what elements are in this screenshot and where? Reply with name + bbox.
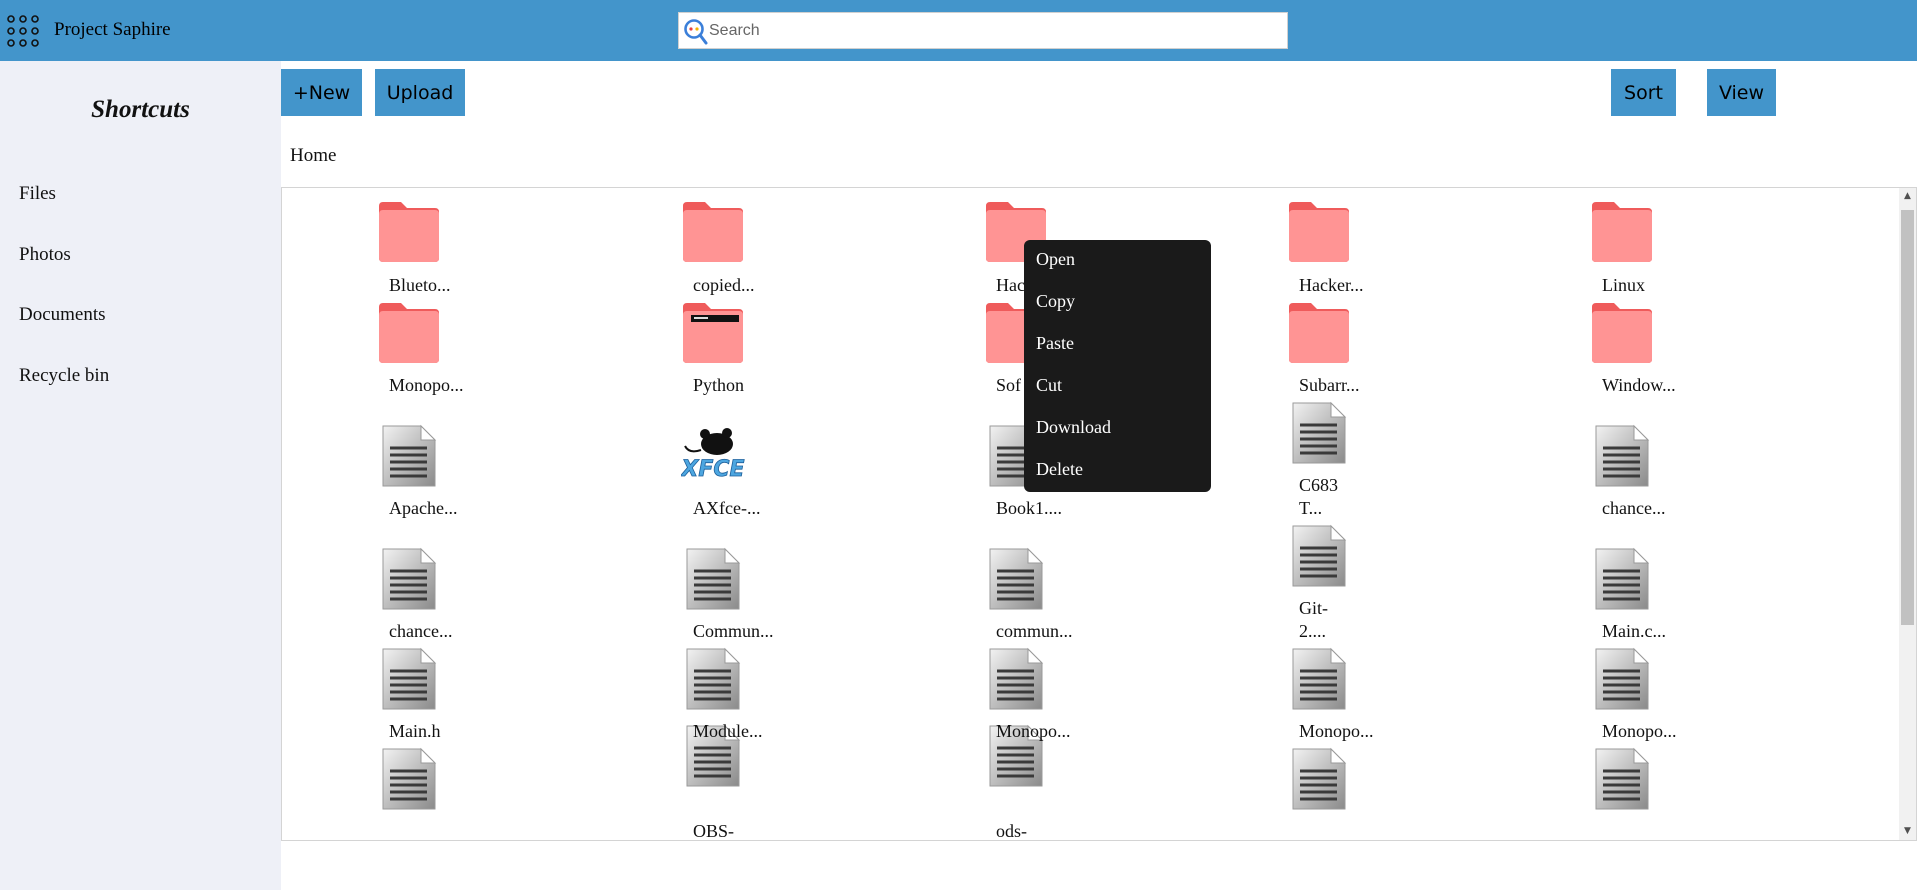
folder-icon <box>377 200 441 264</box>
context-menu-copy[interactable]: Copy <box>1036 291 1075 312</box>
document-icon <box>377 424 441 488</box>
folder-icon <box>377 301 441 365</box>
document-icon <box>1287 524 1351 588</box>
file-name: Monopo... <box>1299 721 1374 741</box>
svg-text:XFCE: XFCE <box>681 457 745 482</box>
file-name: Apache... <box>389 498 458 518</box>
context-menu-open[interactable]: Open <box>1036 249 1075 270</box>
file-name: Python <box>693 375 745 395</box>
file-name: Monopo... <box>996 721 1071 741</box>
sidebar-item-photos[interactable]: Photos <box>19 244 71 266</box>
view-button[interactable]: View <box>1707 69 1776 116</box>
new-button[interactable]: +New <box>281 69 362 116</box>
sidebar-title: Shortcuts <box>91 96 190 123</box>
xfce-logo-icon: XFCE <box>679 424 745 488</box>
file-name: chance... <box>389 621 453 641</box>
sidebar-item-files[interactable]: Files <box>19 183 56 205</box>
sidebar-item-documents[interactable]: Documents <box>19 304 106 326</box>
document-icon <box>377 747 441 811</box>
file-name: Book1.... <box>996 498 1063 518</box>
file-name: Sof <box>996 375 1022 395</box>
search-bar[interactable] <box>678 12 1288 49</box>
document-icon <box>984 547 1048 611</box>
document-icon <box>377 547 441 611</box>
file-name: ods- <box>996 821 1027 841</box>
top-bar: Project Saphire <box>0 0 1917 61</box>
folder-icon <box>681 200 745 264</box>
file-name: Blueto... <box>389 275 451 295</box>
document-icon <box>681 547 745 611</box>
document-icon <box>681 647 745 711</box>
context-menu: Open Copy Paste Cut Download Delete <box>1024 240 1211 492</box>
folder-icon <box>1590 200 1654 264</box>
file-name: Module... <box>693 721 763 741</box>
document-icon <box>1590 647 1654 711</box>
context-menu-paste[interactable]: Paste <box>1036 333 1074 354</box>
file-name: Window... <box>1602 375 1676 395</box>
breadcrumb[interactable]: Home <box>290 145 336 167</box>
document-icon <box>1287 747 1351 811</box>
file-name: Monopo... <box>389 375 464 395</box>
sidebar: Shortcuts Files Photos Documents Recycle… <box>0 61 281 890</box>
apps-grid-icon[interactable] <box>6 14 40 48</box>
file-name: Monopo... <box>1602 721 1677 741</box>
folder-icon <box>1287 301 1351 365</box>
file-name: Main.c... <box>1602 621 1666 641</box>
context-menu-delete[interactable]: Delete <box>1036 459 1083 480</box>
sort-button[interactable]: Sort <box>1611 69 1676 116</box>
sidebar-item-recycle-bin[interactable]: Recycle bin <box>19 365 109 387</box>
file-name: copied... <box>693 275 755 295</box>
file-name: Hac <box>996 275 1025 295</box>
vertical-scrollbar[interactable]: ▲ ▼ <box>1899 188 1916 840</box>
folder-icon <box>681 301 745 365</box>
file-name: Subarr... <box>1299 375 1360 395</box>
file-name: Linux <box>1602 275 1645 295</box>
folder-icon <box>1287 200 1351 264</box>
document-icon <box>984 647 1048 711</box>
context-menu-download[interactable]: Download <box>1036 417 1111 438</box>
search-input[interactable] <box>709 13 1283 48</box>
file-name: chance... <box>1602 498 1666 518</box>
file-name: commun... <box>996 621 1073 641</box>
file-name: OBS- <box>693 821 735 841</box>
document-icon <box>1287 647 1351 711</box>
folder-icon <box>1590 301 1654 365</box>
context-menu-cut[interactable]: Cut <box>1036 375 1062 396</box>
file-name: AXfce-... <box>693 498 761 518</box>
document-icon <box>1590 424 1654 488</box>
document-icon <box>1287 401 1351 465</box>
app-title: Project Saphire <box>54 19 171 40</box>
document-icon <box>377 647 441 711</box>
scroll-thumb[interactable] <box>1901 210 1914 625</box>
file-name: Git- 2.... <box>1299 598 1328 641</box>
file-name: C683 T... <box>1299 475 1339 518</box>
file-name: Commun... <box>693 621 774 641</box>
document-icon <box>1590 747 1654 811</box>
scroll-down-arrow-icon[interactable]: ▼ <box>1899 823 1916 840</box>
search-logo-icon <box>684 19 708 45</box>
file-name: Main.h <box>389 721 441 741</box>
file-name: Hacker... <box>1299 275 1364 295</box>
document-icon <box>1590 547 1654 611</box>
upload-button[interactable]: Upload <box>375 69 465 116</box>
scroll-up-arrow-icon[interactable]: ▲ <box>1899 188 1916 205</box>
